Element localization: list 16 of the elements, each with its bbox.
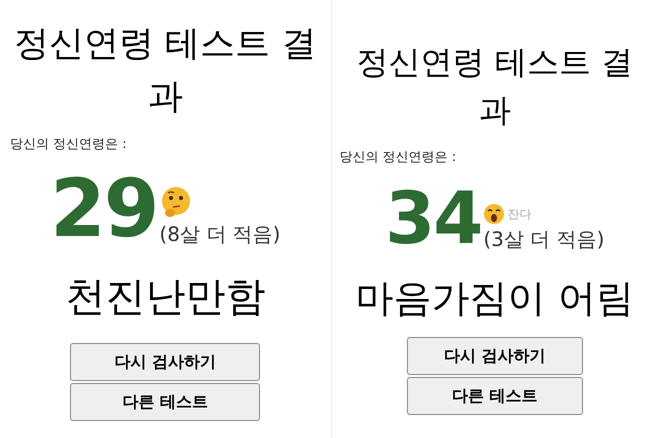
age-label: 당신의 정신연령은 : xyxy=(340,149,458,167)
result-text: 천진난만함 xyxy=(64,272,266,322)
result-text: 마음가짐이 어림 xyxy=(354,274,635,322)
age-number: 34 xyxy=(385,182,482,254)
age-number: 29 xyxy=(50,168,158,248)
age-label: 당신의 정신연령은 : xyxy=(10,136,128,154)
retry-button[interactable]: 다시 검사하기 xyxy=(406,336,583,374)
page-title: 정신연령 테스트 결과 xyxy=(356,42,634,131)
other-test-button[interactable]: 다른 테스트 xyxy=(70,382,260,420)
yawning-face-icon xyxy=(483,202,506,224)
age-difference: (8살 더 적음) xyxy=(159,222,280,246)
emoji-caption: 잔다 xyxy=(507,206,532,222)
age-difference: (3살 더 적음) xyxy=(483,226,604,252)
retry-button[interactable]: 다시 검사하기 xyxy=(70,342,260,380)
other-test-button[interactable]: 다른 테스트 xyxy=(406,376,583,414)
page-title: 정신연령 테스트 결과 xyxy=(13,23,318,118)
